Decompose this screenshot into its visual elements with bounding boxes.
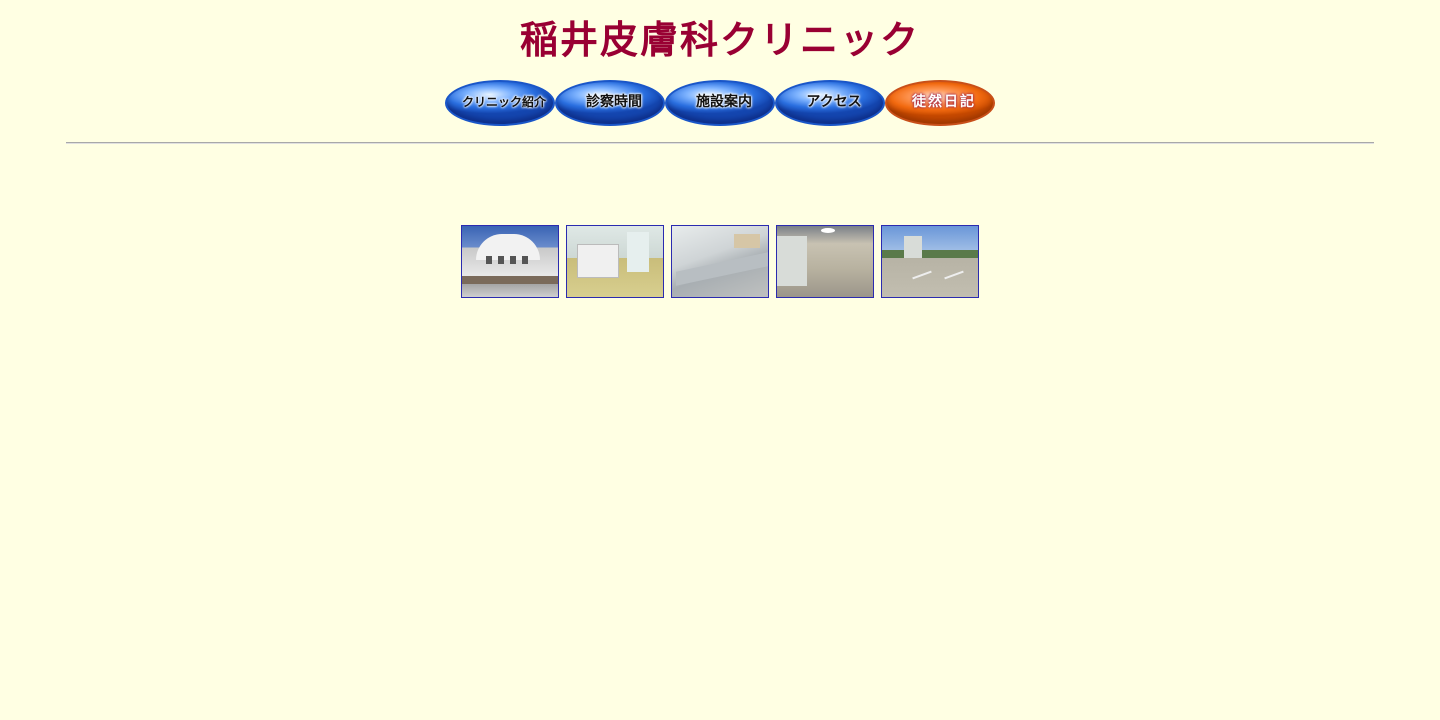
nav-label: アクセス — [806, 94, 862, 110]
page-title: 稲井皮膚科クリニック — [519, 18, 920, 62]
nav-button-clinic-intro[interactable]: クリニック紹介 — [445, 80, 555, 126]
nav-button-access[interactable]: アクセス — [775, 80, 885, 126]
nav-button-facility-guide[interactable]: 施設案内 — [665, 80, 775, 126]
fence-shape — [462, 276, 558, 284]
photo-thumbnail-corridor[interactable] — [776, 225, 874, 298]
window-shape — [486, 256, 492, 264]
window-shape — [522, 256, 528, 264]
ceiling-light-shape — [821, 228, 835, 233]
photo-thumbnail-reception[interactable] — [566, 225, 664, 298]
wall-shape — [627, 232, 649, 272]
photo-thumbnail-waiting-bench[interactable] — [671, 225, 769, 298]
nav-label: 施設案内 — [696, 94, 752, 110]
nav-button-consultation-hours[interactable]: 診察時間 — [555, 80, 665, 126]
nav-button-diary[interactable]: 徒然日記 — [885, 80, 995, 126]
photo-thumbnail-building-exterior[interactable] — [461, 225, 559, 298]
trees-shape — [882, 250, 978, 258]
nav-label: クリニック紹介 — [461, 94, 546, 109]
photo-gallery — [461, 225, 979, 298]
main-nav: クリニック紹介 診察時間 施設案内 アクセス 徒然日記 — [445, 80, 997, 128]
shelf-shape — [734, 234, 760, 248]
building-shape — [904, 236, 922, 258]
horizontal-divider — [66, 142, 1374, 144]
parking-line-shape — [912, 270, 932, 280]
desk-shape — [577, 244, 619, 278]
window-shape — [510, 256, 516, 264]
bench-shape — [676, 252, 768, 286]
nav-label: 診察時間 — [586, 94, 642, 110]
page: 稲井皮膚科クリニック クリニック紹介 診察時間 施設案内 アクセス 徒然日記 — [0, 0, 1440, 720]
photo-thumbnail-parking-lot[interactable] — [881, 225, 979, 298]
window-shape — [498, 256, 504, 264]
parking-line-shape — [944, 270, 964, 280]
nav-label: 徒然日記 — [912, 94, 976, 110]
wall-shape — [777, 236, 807, 286]
